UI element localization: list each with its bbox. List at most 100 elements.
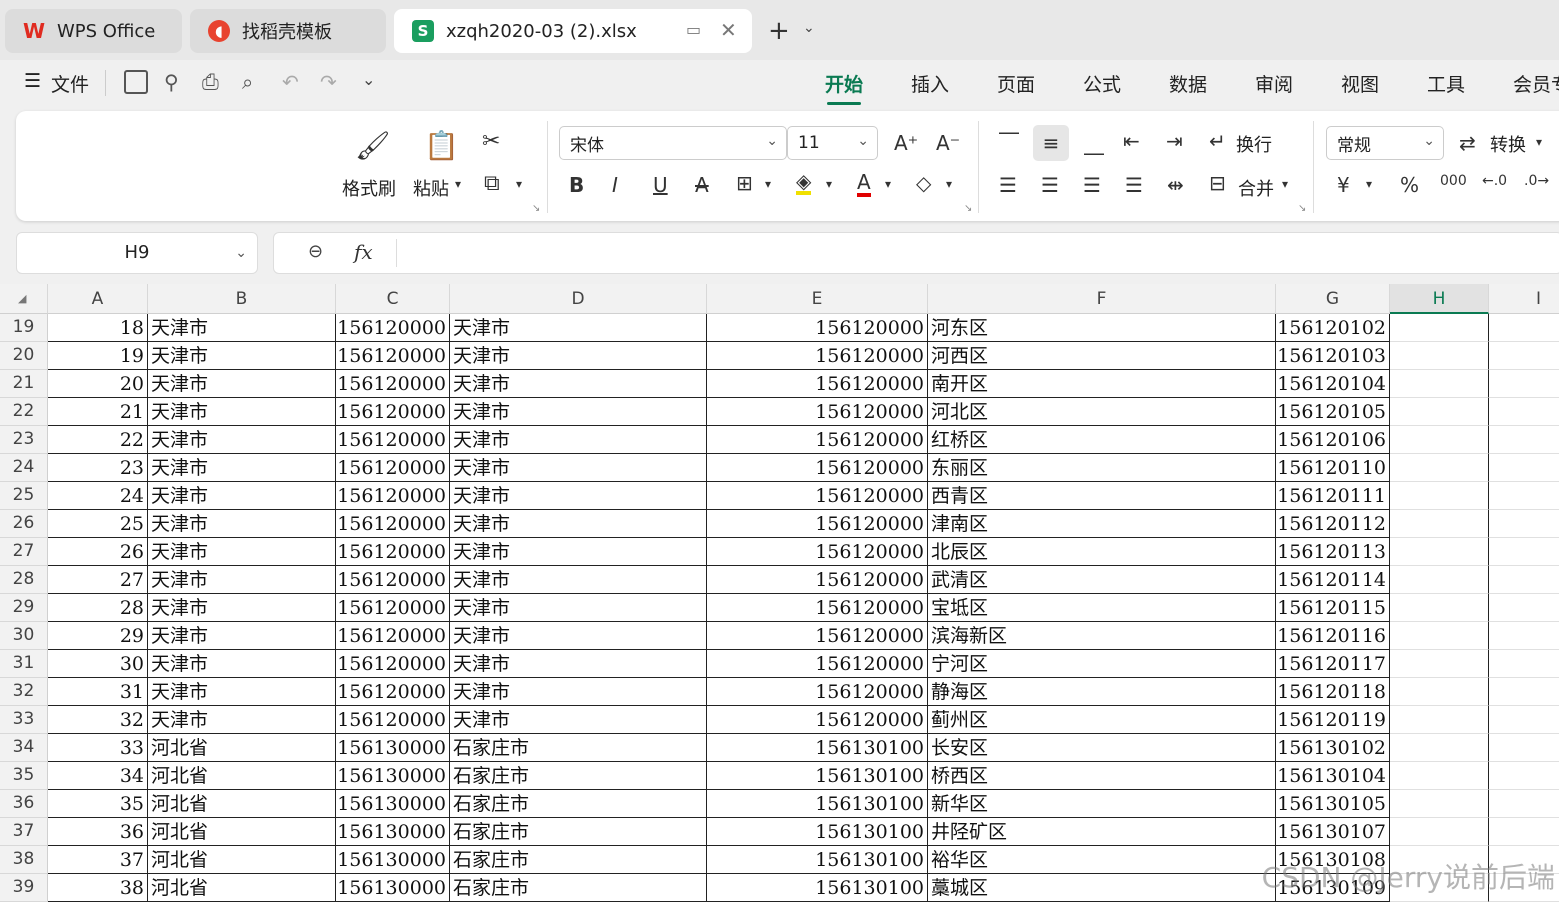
cell-h[interactable]: [1390, 622, 1489, 650]
copy-icon[interactable]: ⧉: [484, 171, 500, 196]
cell-c[interactable]: 156120000: [336, 482, 450, 510]
cell-e[interactable]: 156120000: [707, 454, 928, 482]
convert-chevron-icon[interactable]: ▾: [1536, 135, 1542, 149]
cell-h[interactable]: [1390, 650, 1489, 678]
font-size-select[interactable]: 11 ⌄: [787, 126, 878, 160]
row-header[interactable]: 35: [0, 762, 48, 790]
cell-i[interactable]: [1489, 314, 1559, 342]
window-mode-icon[interactable]: ▭: [686, 20, 701, 39]
justify-icon[interactable]: ☰: [1125, 173, 1143, 197]
cell-g[interactable]: 156130105: [1276, 790, 1390, 818]
cell-i[interactable]: [1489, 818, 1559, 846]
cell-d[interactable]: 石家庄市: [450, 818, 707, 846]
formula-bar[interactable]: ⊖ fx: [273, 232, 1559, 274]
cell-g[interactable]: 156120106: [1276, 426, 1390, 454]
number-format-select[interactable]: 常规 ⌄: [1326, 126, 1444, 160]
cell-f[interactable]: 西青区: [928, 482, 1276, 510]
cell-d[interactable]: 石家庄市: [450, 762, 707, 790]
cell-b[interactable]: 天津市: [148, 482, 336, 510]
cell-e[interactable]: 156130100: [707, 790, 928, 818]
cell-c[interactable]: 156120000: [336, 426, 450, 454]
cell-d[interactable]: 天津市: [450, 566, 707, 594]
cell-c[interactable]: 156120000: [336, 622, 450, 650]
italic-icon[interactable]: I: [612, 173, 618, 197]
save-icon[interactable]: [124, 70, 148, 94]
column-header-c[interactable]: C: [336, 284, 450, 314]
cell-c[interactable]: 156120000: [336, 342, 450, 370]
increase-indent-icon[interactable]: ⇥: [1166, 129, 1183, 153]
cell-c[interactable]: 156130000: [336, 762, 450, 790]
cell-f[interactable]: 津南区: [928, 510, 1276, 538]
currency-chevron-icon[interactable]: ▾: [1366, 177, 1372, 191]
underline-icon[interactable]: U: [653, 173, 668, 197]
row-header[interactable]: 34: [0, 734, 48, 762]
tab-member[interactable]: 会员专: [1513, 70, 1559, 97]
fill-color-icon[interactable]: ◈: [796, 171, 812, 195]
cell-e[interactable]: 156120000: [707, 566, 928, 594]
cell-b[interactable]: 天津市: [148, 454, 336, 482]
cell-h[interactable]: [1390, 314, 1489, 342]
row-header[interactable]: 33: [0, 706, 48, 734]
cell-i[interactable]: [1489, 454, 1559, 482]
thousands-icon[interactable]: 000: [1440, 173, 1467, 189]
cell-h[interactable]: [1390, 454, 1489, 482]
cell-g[interactable]: 156130107: [1276, 818, 1390, 846]
decrease-font-icon[interactable]: A⁻: [936, 131, 960, 155]
tab-home[interactable]: 开始: [825, 70, 863, 105]
cell-a[interactable]: 24: [48, 482, 148, 510]
cell-d[interactable]: 天津市: [450, 510, 707, 538]
cell-d[interactable]: 石家庄市: [450, 874, 707, 902]
cell-i[interactable]: [1489, 594, 1559, 622]
cell-a[interactable]: 22: [48, 426, 148, 454]
cell-d[interactable]: 石家庄市: [450, 846, 707, 874]
cell-e[interactable]: 156120000: [707, 314, 928, 342]
cell-f[interactable]: 河东区: [928, 314, 1276, 342]
cell-h[interactable]: [1390, 426, 1489, 454]
format-painter-icon[interactable]: 🖌: [355, 129, 391, 162]
merge-chevron-icon[interactable]: ▾: [1282, 177, 1288, 191]
cell-c[interactable]: 156120000: [336, 454, 450, 482]
cell-f[interactable]: 井陉矿区: [928, 818, 1276, 846]
cell-c[interactable]: 156130000: [336, 874, 450, 902]
row-header[interactable]: 21: [0, 370, 48, 398]
cell-b[interactable]: 河北省: [148, 846, 336, 874]
cell-c[interactable]: 156130000: [336, 734, 450, 762]
tab-spreadsheet[interactable]: S xzqh2020-03 (2).xlsx ▭ ✕: [394, 9, 752, 53]
cell-d[interactable]: 天津市: [450, 370, 707, 398]
increase-decimal-icon[interactable]: ←.0: [1482, 173, 1507, 189]
cell-a[interactable]: 28: [48, 594, 148, 622]
cell-h[interactable]: [1390, 706, 1489, 734]
strikethrough-icon[interactable]: A: [695, 173, 709, 197]
cell-f[interactable]: 藁城区: [928, 874, 1276, 902]
row-header[interactable]: 22: [0, 398, 48, 426]
row-header[interactable]: 27: [0, 538, 48, 566]
percent-icon[interactable]: %: [1400, 173, 1419, 197]
cell-e[interactable]: 156120000: [707, 594, 928, 622]
row-header[interactable]: 25: [0, 482, 48, 510]
increase-font-icon[interactable]: A⁺: [894, 131, 918, 155]
cell-a[interactable]: 32: [48, 706, 148, 734]
column-header-e[interactable]: E: [707, 284, 928, 314]
cell-d[interactable]: 石家庄市: [450, 734, 707, 762]
cell-c[interactable]: 156130000: [336, 818, 450, 846]
cell-f[interactable]: 南开区: [928, 370, 1276, 398]
cell-g[interactable]: 156120110: [1276, 454, 1390, 482]
wrap-text-button[interactable]: 换行: [1236, 131, 1272, 157]
row-header[interactable]: 38: [0, 846, 48, 874]
file-menu[interactable]: 文件: [51, 70, 89, 97]
cell-c[interactable]: 156120000: [336, 510, 450, 538]
cell-d[interactable]: 天津市: [450, 678, 707, 706]
cell-d[interactable]: 天津市: [450, 314, 707, 342]
row-header[interactable]: 20: [0, 342, 48, 370]
hamburger-icon[interactable]: ☰: [24, 70, 41, 92]
cell-h[interactable]: [1390, 370, 1489, 398]
cell-h[interactable]: [1390, 678, 1489, 706]
cell-c[interactable]: 156130000: [336, 846, 450, 874]
cell-c[interactable]: 156120000: [336, 314, 450, 342]
row-header[interactable]: 30: [0, 622, 48, 650]
cell-e[interactable]: 156120000: [707, 426, 928, 454]
cell-a[interactable]: 27: [48, 566, 148, 594]
redo-icon[interactable]: ↷: [320, 70, 337, 94]
cell-b[interactable]: 河北省: [148, 762, 336, 790]
merge-button[interactable]: 合并: [1238, 175, 1274, 201]
